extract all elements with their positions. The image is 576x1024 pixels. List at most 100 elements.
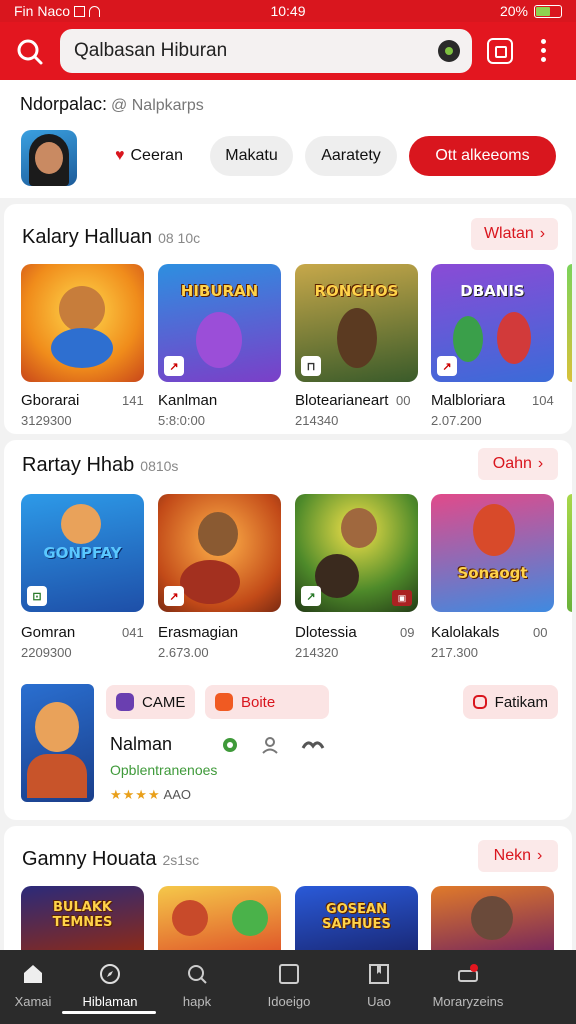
tile-character <box>232 900 268 936</box>
game-title: Erasmagian <box>158 624 239 641</box>
app-badge-icon: ▣ <box>392 590 412 606</box>
tile-banner: GOSEAN SAPHUES <box>322 902 391 932</box>
see-more-label: Wlatan <box>483 225 534 242</box>
game-tag-label: CAME <box>142 693 186 711</box>
see-more-button[interactable]: Nekn › <box>478 840 558 872</box>
nav-label: Idoeigo <box>267 994 311 1009</box>
section-title: Rartay Hhab 0810s <box>22 454 179 476</box>
nav-label: hapk <box>182 994 212 1009</box>
game-title: Dlotessia <box>295 624 357 641</box>
featured-action-button[interactable]: Fatikam <box>463 685 558 719</box>
game-meta: 00 <box>396 393 411 408</box>
game-downloads: 5:8:0:00 <box>158 413 205 428</box>
app-badge-icon: ↗ <box>301 586 321 606</box>
game-tag-icon <box>116 693 134 711</box>
game-tile[interactable] <box>431 886 554 950</box>
tile-banner: HIBURAN <box>180 282 259 300</box>
game-tile[interactable]: BULAKK TEMNES <box>21 886 144 950</box>
rating-stars: ★★★★ <box>110 787 161 802</box>
filter-chip-3[interactable]: Aaratety <box>305 136 397 176</box>
tile-character <box>172 900 208 936</box>
featured-character <box>35 702 79 752</box>
tile-character-body <box>315 554 359 598</box>
see-more-button[interactable]: Oahn › <box>478 448 558 480</box>
featured-subtitle: Opblentranenoes <box>110 762 218 778</box>
featured-title: Nalman <box>110 734 173 754</box>
tile-character <box>453 316 483 362</box>
tile-banner: BULAKK TEMNES <box>52 900 113 930</box>
game-downloads: 2.07.200 <box>431 413 482 428</box>
nav-item-library[interactable]: Uao <box>334 950 424 1024</box>
filter-chip-2[interactable]: Makatu <box>210 136 293 176</box>
avatar-face <box>35 142 63 174</box>
clock: 10:49 <box>270 3 306 19</box>
library-button[interactable] <box>487 38 513 64</box>
tile-character <box>196 312 242 368</box>
status-bar: Fin Naco 10:49 20% <box>0 0 576 22</box>
game-downloads: 3129300 <box>21 413 72 428</box>
nav-item-profile[interactable]: Moraryzeins <box>423 950 513 1024</box>
page-subtitle: @ Nalpkarps <box>111 97 204 114</box>
filter-chip-active[interactable]: Ott alkeeoms <box>409 136 556 176</box>
profile-row: Ndorpalac: @ Nalpkarps ♥ Ceeran Makatu Aar… <box>0 80 576 198</box>
featured-action-label: Fatikam <box>494 693 548 711</box>
section-card-1: Kalary Halluan 08 10c Wlatan › HIBURAN ↗ R… <box>4 204 572 434</box>
avatar[interactable] <box>21 130 77 186</box>
featured-game-image[interactable] <box>21 684 94 802</box>
game-tile[interactable]: ↗ ▣ <box>295 494 418 612</box>
filter-chip-1[interactable]: ♥ Ceeran <box>104 136 194 176</box>
tile-character-body <box>51 328 113 368</box>
game-tile[interactable]: GOSEAN SAPHUES <box>295 886 418 950</box>
game-tile[interactable] <box>158 886 281 950</box>
tile-banner: GONPFAY <box>43 544 122 562</box>
rating-text: AAO <box>163 787 191 802</box>
game-tile[interactable]: Sonaogt <box>431 494 554 612</box>
filter-chip-label: Makatu <box>225 147 278 164</box>
game-tile[interactable]: HIBURAN ↗ <box>158 264 281 382</box>
tile-banner: DBANIS <box>460 282 525 300</box>
compass-icon <box>100 964 120 984</box>
game-downloads: 214320 <box>295 645 339 660</box>
more-options-icon[interactable] <box>530 36 556 66</box>
game-tile[interactable]: RONCHOS ⊓ <box>295 264 418 382</box>
game-tile[interactable]: GONPFAY ⊡ <box>21 494 144 612</box>
search-icon[interactable] <box>10 32 50 72</box>
chevron-right-icon: › <box>539 225 546 242</box>
square-icon <box>279 964 299 984</box>
nav-item-square[interactable]: Idoeigo <box>244 950 334 1024</box>
game-tile[interactable]: ↗ <box>158 494 281 612</box>
nav-label: Moraryzeins <box>432 994 504 1009</box>
section-title: Gamny Houata 2s1sc <box>22 848 200 870</box>
section-count: 0810s <box>140 458 179 474</box>
next-tile-peek <box>567 494 572 612</box>
game-downloads: 2.673.00 <box>158 645 209 660</box>
game-title: Gomran <box>21 624 76 641</box>
game-meta: 104 <box>532 393 554 408</box>
game-tile[interactable]: DBANIS ↗ <box>431 264 554 382</box>
tile-character <box>341 508 377 548</box>
section-count: 2s1sc <box>162 852 200 868</box>
game-title: Malbloriara <box>431 392 506 409</box>
see-more-button[interactable]: Wlatan › <box>471 218 558 250</box>
tile-banner: RONCHOS <box>314 282 399 300</box>
voice-search-icon[interactable] <box>438 40 460 62</box>
search-box[interactable] <box>60 29 472 73</box>
app-badge-icon: ↗ <box>164 586 184 606</box>
game-meta: 041 <box>122 625 144 640</box>
active-tab-indicator <box>62 1011 156 1014</box>
search-input[interactable] <box>74 29 434 73</box>
nav-item-search[interactable]: hapk <box>152 950 242 1024</box>
tile-character <box>59 286 105 332</box>
game-tile[interactable] <box>21 264 144 382</box>
app-badge-icon: ⊓ <box>301 356 321 376</box>
nav-label: Uao <box>367 994 391 1009</box>
chevron-right-icon: › <box>537 455 544 472</box>
nav-label: Hiblaman <box>82 994 138 1009</box>
orange-tag[interactable]: Boite <box>205 685 329 719</box>
controller-icon <box>301 741 325 749</box>
filter-chip-label: Ott alkeeoms <box>435 147 530 164</box>
game-tag[interactable]: CAME <box>106 685 196 719</box>
section-card-3: Gamny Houata 2s1sc Nekn › BULAKK TEMNES GO… <box>4 826 572 950</box>
tile-character <box>471 896 513 940</box>
see-more-label: Oahn <box>492 455 532 472</box>
